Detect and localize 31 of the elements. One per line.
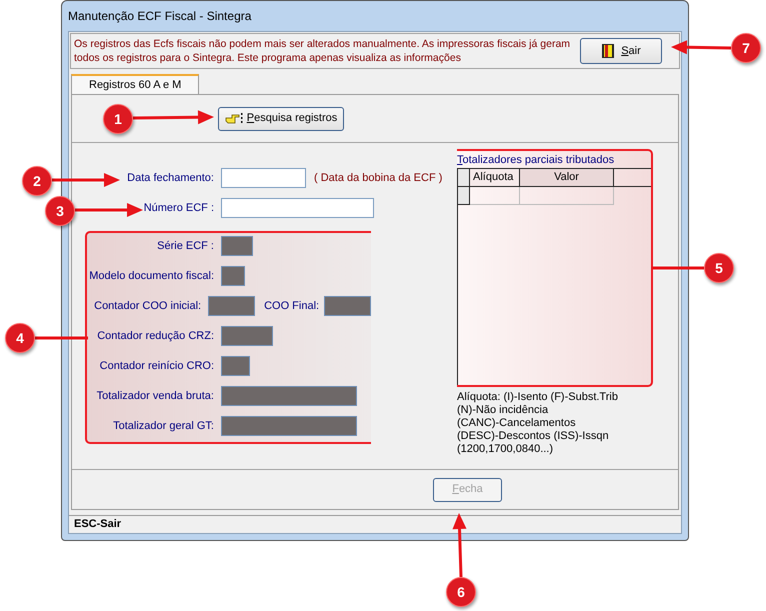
legend-text: (CANC)-Cancelamentos — [457, 417, 577, 430]
field-label: Contador COO inicial: — [94, 298, 202, 314]
window-title: Manutenção ECF Fiscal - Sintegra — [67, 8, 252, 25]
field-label: Contador reinício CRO: — [100, 358, 214, 374]
column-header: Alíquota — [470, 169, 520, 186]
search-button[interactable]: Pesquisa registros — [218, 106, 344, 130]
callout-badge: 3 — [45, 196, 75, 226]
field-label: Modelo documento fiscal: — [89, 268, 214, 284]
legend-text: (DESC)-Descontos (ISS)-Issqn — [457, 430, 610, 443]
field-label: Data fechamento: — [127, 170, 214, 186]
notice-text: Os registros das Ecfs fiscais não podem mais ser alterados manualmente. As impressoras fiscais já geram todos os registros para o Sintegra. Este programa apenas visualiza as informações — [74, 37, 572, 65]
status-text: ESC-Sair — [74, 517, 122, 532]
legend-text: (N)-Não incidência — [457, 404, 550, 417]
callout-badge: 4 — [5, 323, 35, 353]
callout-badge: 7 — [731, 33, 761, 63]
legend-text: Alíquota: (I)-Isento (F)-Subst.Trib — [457, 391, 619, 404]
exit-button[interactable]: Sair — [580, 38, 662, 64]
tab[interactable]: Registros 60 A e M — [71, 74, 200, 94]
field-label: Contador redução CRZ: — [97, 328, 214, 344]
column-header: Valor — [520, 169, 614, 186]
callout-badge: 2 — [22, 166, 52, 196]
callout-badge: 6 — [446, 577, 476, 607]
field-label: Série ECF : — [157, 238, 214, 254]
field-label: COO Final: — [264, 298, 320, 314]
legend-text: (1200,1700,0840...) — [457, 443, 554, 456]
field-label: Número ECF : — [144, 200, 214, 216]
field-hint: ( Data da bobina da ECF ) — [314, 170, 442, 186]
group-title: Totalizadores parciais tributados — [457, 153, 616, 168]
callout-badge: 5 — [704, 253, 734, 283]
field-label: Totalizador venda bruta: — [96, 388, 214, 404]
field-label: Totalizador geral GT: — [113, 418, 214, 434]
